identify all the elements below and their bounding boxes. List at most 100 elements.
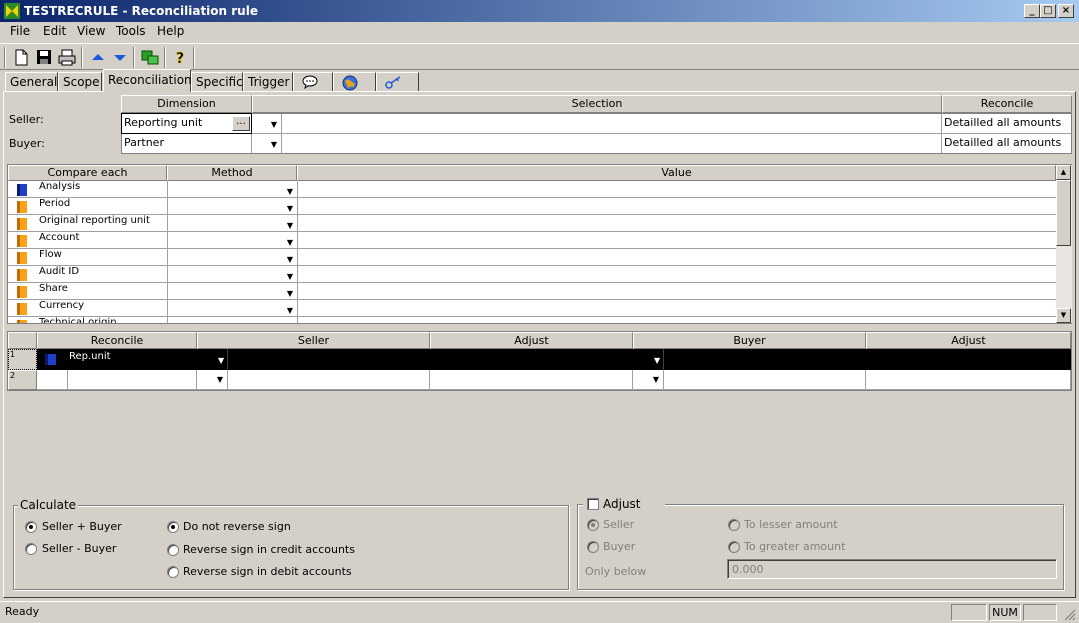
value-cell[interactable] <box>298 266 1056 282</box>
compare-dimension-label: Audit ID <box>39 266 80 277</box>
reverse-credit-label[interactable]: Reverse sign in credit accounts <box>183 543 355 556</box>
method-dropdown[interactable]: ▼ <box>168 283 297 299</box>
reverse-credit-radio[interactable] <box>167 544 179 556</box>
adjust-buyer-radio[interactable] <box>587 541 599 553</box>
value-cell[interactable] <box>298 232 1056 248</box>
adjust-seller-cell[interactable] <box>430 370 633 390</box>
list-item[interactable]: Audit ID ▼ <box>8 266 1056 283</box>
method-dropdown[interactable]: ▼ <box>168 181 297 197</box>
tab-link[interactable] <box>376 72 419 92</box>
scroll-down-button[interactable]: ▼ <box>1056 308 1071 323</box>
buyer-dropdown[interactable]: ▼ <box>633 370 664 390</box>
menu-edit[interactable]: Edit <box>43 24 66 38</box>
list-item[interactable]: Period ▼ <box>8 198 1056 215</box>
list-item[interactable]: Flow ▼ <box>8 249 1056 266</box>
tab-language[interactable] <box>333 72 376 92</box>
tab-scope[interactable]: Scope <box>58 72 102 92</box>
table-row[interactable] <box>8 349 1071 370</box>
adjust-seller-label[interactable]: Seller <box>603 518 634 531</box>
maximize-button[interactable]: □ <box>1040 4 1056 18</box>
refresh-icon[interactable] <box>139 47 161 68</box>
dropdown-arrow-icon[interactable]: ▼ <box>218 356 224 365</box>
scroll-up-button[interactable]: ▲ <box>1056 165 1071 180</box>
value-cell[interactable] <box>298 181 1056 197</box>
adjust-buyer-label[interactable]: Buyer <box>603 540 635 553</box>
list-item[interactable]: Original reporting unit ▼ <box>8 215 1056 232</box>
buyer-dimension-field[interactable]: Partner <box>122 134 252 153</box>
value-cell[interactable] <box>298 283 1056 299</box>
reconcile-cell[interactable]: Rep.unit <box>69 351 111 362</box>
tab-specific[interactable]: Specific <box>191 72 243 92</box>
reverse-debit-label[interactable]: Reverse sign in debit accounts <box>183 565 352 578</box>
seller-minus-buyer-label[interactable]: Seller - Buyer <box>42 542 116 555</box>
down-arrow-icon[interactable] <box>109 47 131 68</box>
seller-plus-buyer-radio[interactable] <box>25 521 37 533</box>
dropdown-arrow-icon[interactable]: ▼ <box>654 356 660 365</box>
lesser-amount-label[interactable]: To lesser amount <box>744 518 838 531</box>
scroll-thumb[interactable] <box>1056 180 1071 246</box>
method-dropdown[interactable]: ▼ <box>168 232 297 248</box>
close-button[interactable]: × <box>1058 4 1074 18</box>
value-cell[interactable] <box>298 198 1056 214</box>
up-arrow-icon[interactable] <box>87 47 109 68</box>
adjust-buyer-cell[interactable] <box>866 370 1071 390</box>
adjust-seller-radio[interactable] <box>587 519 599 531</box>
tab-trigger[interactable]: Trigger <box>243 72 293 92</box>
adjust-checkbox[interactable] <box>587 498 599 510</box>
tab-reconciliation[interactable]: Reconciliation <box>103 69 192 92</box>
tab-general[interactable]: General <box>5 72 58 92</box>
method-dropdown[interactable]: ▼ <box>168 198 297 214</box>
value-cell[interactable] <box>298 249 1056 265</box>
value-cell[interactable] <box>298 300 1056 316</box>
list-item[interactable]: Share ▼ <box>8 283 1056 300</box>
list-item[interactable]: Analysis ▼ <box>8 181 1056 198</box>
menu-view[interactable]: View <box>77 24 105 38</box>
list-item[interactable]: Account ▼ <box>8 232 1056 249</box>
new-icon[interactable] <box>10 47 32 68</box>
seller-cell[interactable] <box>228 370 430 390</box>
do-not-reverse-sign-label[interactable]: Do not reverse sign <box>183 520 291 533</box>
method-dropdown[interactable]: ▼ <box>168 300 297 316</box>
method-dropdown[interactable]: ▼ <box>168 215 297 231</box>
minimize-button[interactable]: _ <box>1024 4 1040 18</box>
compare-scrollbar[interactable]: ▲ ▼ <box>1056 165 1072 323</box>
list-item[interactable]: Technical origin ▼ <box>8 317 1056 323</box>
menu-tools[interactable]: Tools <box>116 24 146 38</box>
calculate-legend: Calculate <box>18 498 79 512</box>
adjust-legend[interactable]: Adjust <box>603 497 641 511</box>
seller-minus-buyer-radio[interactable] <box>25 543 37 555</box>
seller-browse-button[interactable]: ... <box>232 116 250 131</box>
buyer-selection-field[interactable] <box>282 134 942 153</box>
list-item[interactable]: Currency ▼ <box>8 300 1056 317</box>
method-dropdown[interactable]: ▼ <box>168 266 297 282</box>
menu-help[interactable]: Help <box>157 24 184 38</box>
reconcile-cell[interactable] <box>68 370 197 390</box>
icon-cell[interactable] <box>37 370 68 390</box>
num-lock-indicator: NUM <box>989 604 1021 621</box>
do-not-reverse-sign-radio[interactable] <box>167 521 179 533</box>
value-cell[interactable] <box>298 317 1056 323</box>
reverse-debit-radio[interactable] <box>167 566 179 578</box>
menu-file[interactable]: File <box>10 24 30 38</box>
lesser-amount-radio[interactable] <box>728 519 740 531</box>
buyer-selection-dropdown[interactable]: ▼ <box>252 134 282 153</box>
seller-selection-dropdown[interactable]: ▼ <box>252 114 282 134</box>
seller-reconcile-field[interactable]: Detailled all amounts <box>942 114 1071 134</box>
method-dropdown[interactable]: ▼ <box>168 249 297 265</box>
tab-comment[interactable] <box>293 72 333 92</box>
method-dropdown[interactable]: ▼ <box>168 317 297 323</box>
greater-amount-radio[interactable] <box>728 541 740 553</box>
only-below-input[interactable]: 0.000 <box>727 559 1057 579</box>
help-icon[interactable]: ? <box>169 47 191 68</box>
print-icon[interactable] <box>56 47 78 68</box>
seller-dropdown[interactable]: ▼ <box>197 370 228 390</box>
save-icon[interactable] <box>33 47 55 68</box>
greater-amount-label[interactable]: To greater amount <box>744 540 845 553</box>
seller-plus-buyer-label[interactable]: Seller + Buyer <box>42 520 122 533</box>
buyer-cell[interactable] <box>664 370 866 390</box>
seller-selection-field[interactable] <box>282 114 942 134</box>
value-cell[interactable] <box>298 215 1056 231</box>
compare-dimension-label: Period <box>39 198 71 209</box>
buyer-reconcile-field[interactable]: Detailled all amounts <box>942 134 1071 153</box>
resize-grip-icon[interactable] <box>1063 608 1076 621</box>
